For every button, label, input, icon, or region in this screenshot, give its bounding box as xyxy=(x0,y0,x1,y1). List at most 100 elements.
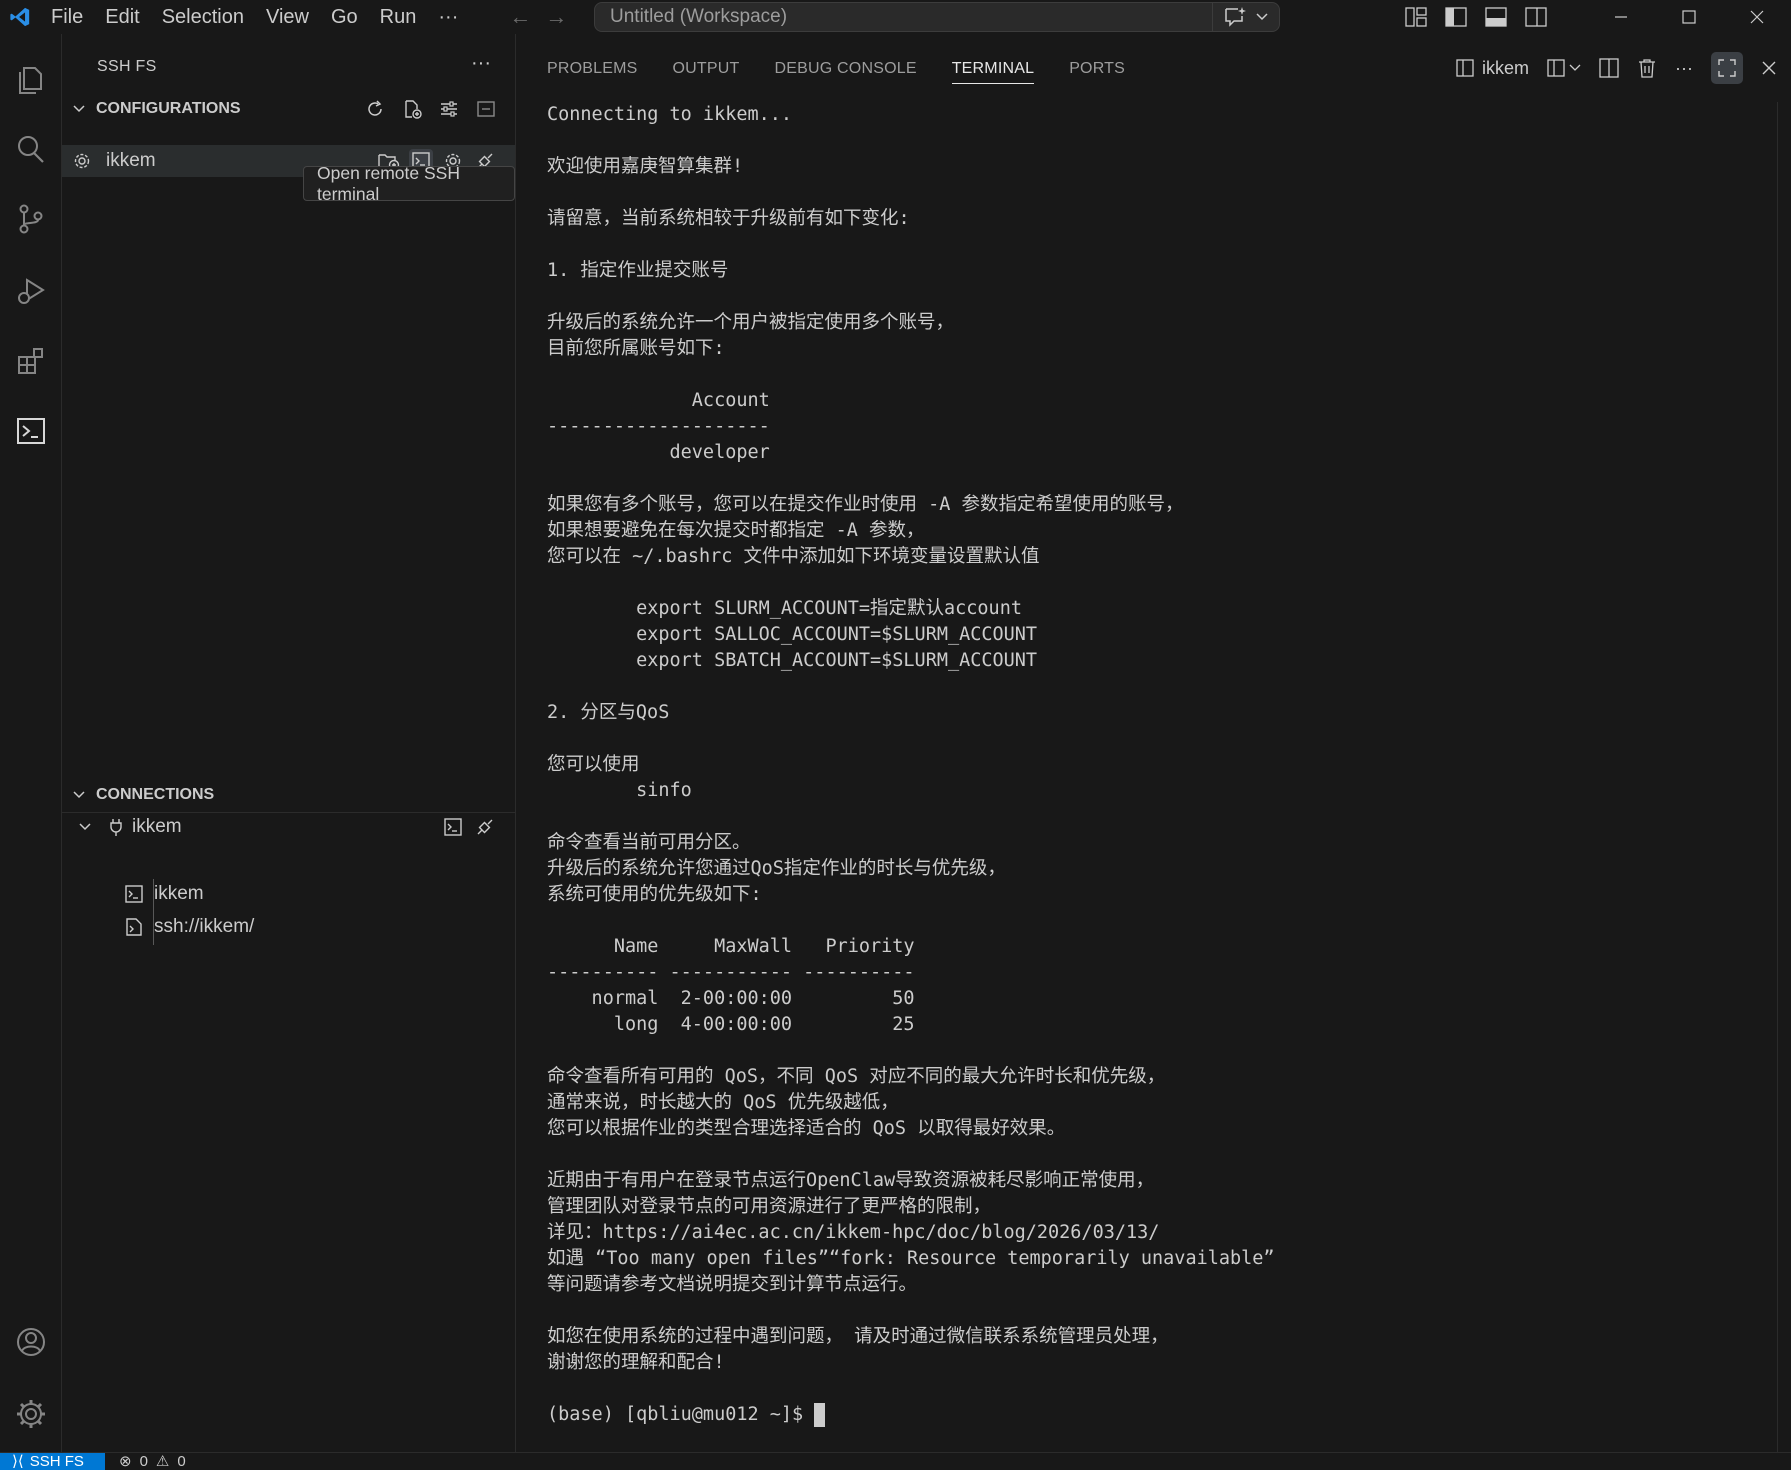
terminal-line: 您可以使用 xyxy=(547,754,640,775)
configurations-header[interactable]: CONFIGURATIONS xyxy=(62,94,516,124)
menu-go[interactable]: Go xyxy=(320,0,369,34)
terminal-line: 您可以根据作业的类型合理选择适合的 QoS 以取得最好效果。 xyxy=(547,1118,1066,1139)
ssh-fs-icon[interactable] xyxy=(8,408,54,454)
tab-ports[interactable]: PORTS xyxy=(1069,34,1125,104)
terminal-line: export SLURM_ACCOUNT=指定默认account xyxy=(547,598,1022,619)
tab-debug-console[interactable]: DEBUG CONSOLE xyxy=(775,34,917,104)
menu-view[interactable]: View xyxy=(255,0,320,34)
terminal-line: 近期由于有用户在登录节点运行OpenClaw导致资源被耗尽影响正常使用， xyxy=(547,1170,1155,1191)
menu-edit[interactable]: Edit xyxy=(94,0,150,34)
chat-sparkle-icon[interactable] xyxy=(1223,6,1247,28)
more-actions-icon[interactable]: ··· xyxy=(1675,58,1693,79)
tab-output[interactable]: OUTPUT xyxy=(673,34,740,104)
toggle-secondary-sidebar-icon[interactable] xyxy=(1525,7,1547,27)
terminal-line: normal 2-00:00:00 50 xyxy=(547,988,915,1009)
split-editor-icon[interactable] xyxy=(1599,58,1619,78)
remote-icon: ⟩⟨ xyxy=(12,1453,24,1470)
connection-label: ikkem xyxy=(132,816,182,837)
error-count: 0 xyxy=(139,1453,148,1470)
terminal-line: 系统可使用的优先级如下: xyxy=(547,884,762,905)
terminal-line: 通常来说，时长越大的 QoS 优先级越低， xyxy=(547,1092,899,1113)
terminal-output[interactable]: Connecting to ikkem... 欢迎使用嘉庚智算集群! 请留意，当前系… xyxy=(547,102,1747,1428)
minimize-button[interactable] xyxy=(1587,0,1655,34)
forward-arrow-icon[interactable]: → xyxy=(545,4,567,30)
terminal-line: -------------------- xyxy=(547,416,770,437)
accounts-icon[interactable] xyxy=(8,1319,54,1365)
terminal-line: 命令查看当前可用分区。 xyxy=(547,832,751,853)
panel-tabs: PROBLEMS OUTPUT DEBUG CONSOLE TERMINAL P… xyxy=(517,34,1160,104)
connection-child-terminal[interactable]: ikkem xyxy=(62,878,515,910)
chevron-down-icon xyxy=(78,822,104,832)
run-debug-icon[interactable] xyxy=(8,268,54,314)
sidebar-title: SSH FS xyxy=(97,58,157,75)
trash-icon[interactable] xyxy=(1637,58,1657,78)
ssh-fs-sidebar: SSH FS ··· CONFIGURATIONS ikkem Open rem… xyxy=(62,34,516,1452)
navigation-arrows: ← → xyxy=(509,4,567,30)
terminal-scrollbar[interactable] xyxy=(1777,102,1791,1452)
terminal-line: sinfo xyxy=(547,780,692,801)
explorer-icon[interactable] xyxy=(8,56,54,102)
close-panel-icon[interactable] xyxy=(1761,60,1777,76)
disconnect-plug-icon[interactable] xyxy=(473,815,497,839)
sidebar-more-actions[interactable]: ··· xyxy=(471,52,491,75)
terminal-line: Name MaxWall Priority xyxy=(547,936,915,957)
warning-icon: ⚠ xyxy=(155,1453,170,1470)
gear-icon xyxy=(72,151,106,171)
menu-more[interactable]: ··· xyxy=(427,0,469,34)
refresh-icon[interactable] xyxy=(363,97,387,121)
problems-indicator[interactable]: ⊗ 0 ⚠ 0 xyxy=(119,1453,186,1470)
toggle-panel-icon[interactable] xyxy=(1485,7,1507,27)
back-arrow-icon[interactable]: ← xyxy=(509,4,531,30)
settings-gear-icon[interactable] xyxy=(8,1391,54,1437)
collapse-all-icon[interactable] xyxy=(474,97,498,121)
extensions-icon[interactable] xyxy=(8,338,54,384)
terminal-line: Connecting to ikkem... xyxy=(547,104,793,125)
terminal-selector[interactable]: ikkem xyxy=(1456,58,1529,79)
open-terminal-icon[interactable] xyxy=(441,815,465,839)
menu-selection[interactable]: Selection xyxy=(151,0,255,34)
menu-run[interactable]: Run xyxy=(369,0,428,34)
terminal-line: 如您在使用系统的过程中遇到问题， 请及时通过微信联系系统管理员处理， xyxy=(547,1326,1169,1347)
connection-item-ikkem[interactable]: ikkem xyxy=(62,811,515,843)
close-window-button[interactable] xyxy=(1723,0,1791,34)
customize-layout-icon[interactable] xyxy=(1405,7,1427,27)
terminal-line: 目前您所属账号如下: xyxy=(547,338,725,359)
maximize-panel-icon[interactable] xyxy=(1711,52,1743,84)
terminal-line: 升级后的系统允许您通过QoS指定作业的时长与优先级， xyxy=(547,858,1006,879)
terminal-line: 升级后的系统允许一个用户被指定使用多个账号， xyxy=(547,312,955,333)
terminal-name: ikkem xyxy=(1482,57,1530,78)
settings-sliders-icon[interactable] xyxy=(437,97,461,121)
source-control-icon[interactable] xyxy=(8,196,54,242)
chevron-down-icon[interactable] xyxy=(1255,12,1269,22)
add-configuration-icon[interactable] xyxy=(400,97,424,121)
remote-indicator[interactable]: ⟩⟨ SSH FS xyxy=(0,1453,105,1470)
tab-terminal[interactable]: TERMINAL xyxy=(951,34,1035,104)
menu-file[interactable]: File xyxy=(40,0,94,34)
terminal-icon xyxy=(124,884,154,904)
terminal-line: export SALLOC_ACCOUNT=$SLURM_ACCOUNT xyxy=(547,624,1038,645)
terminal-line: 2. 分区与QoS xyxy=(547,702,670,723)
search-icon[interactable] xyxy=(8,126,54,172)
plug-icon xyxy=(108,817,132,837)
command-center-label: Untitled (Workspace) xyxy=(610,6,788,27)
toggle-primary-sidebar-icon[interactable] xyxy=(1445,7,1467,27)
maximize-button[interactable] xyxy=(1655,0,1723,34)
terminal-cursor xyxy=(814,1403,826,1427)
terminal-line: 您可以在 ~/.bashrc 文件中添加如下环境变量设置默认值 xyxy=(547,546,1040,567)
layout-split-icon[interactable] xyxy=(1547,59,1581,77)
vscode-logo-icon xyxy=(0,0,40,34)
tab-problems[interactable]: PROBLEMS xyxy=(547,34,638,104)
menu-bar: File Edit Selection View Go Run ··· xyxy=(40,0,469,34)
command-center[interactable]: Untitled (Workspace) xyxy=(594,2,1280,32)
terminal-line: 如遇 “Too many open files”“fork: Resource … xyxy=(547,1248,1275,1269)
connection-child-filesystem[interactable]: ssh://ikkem/ xyxy=(62,911,515,943)
connections-header[interactable]: CONNECTIONS xyxy=(62,780,516,810)
